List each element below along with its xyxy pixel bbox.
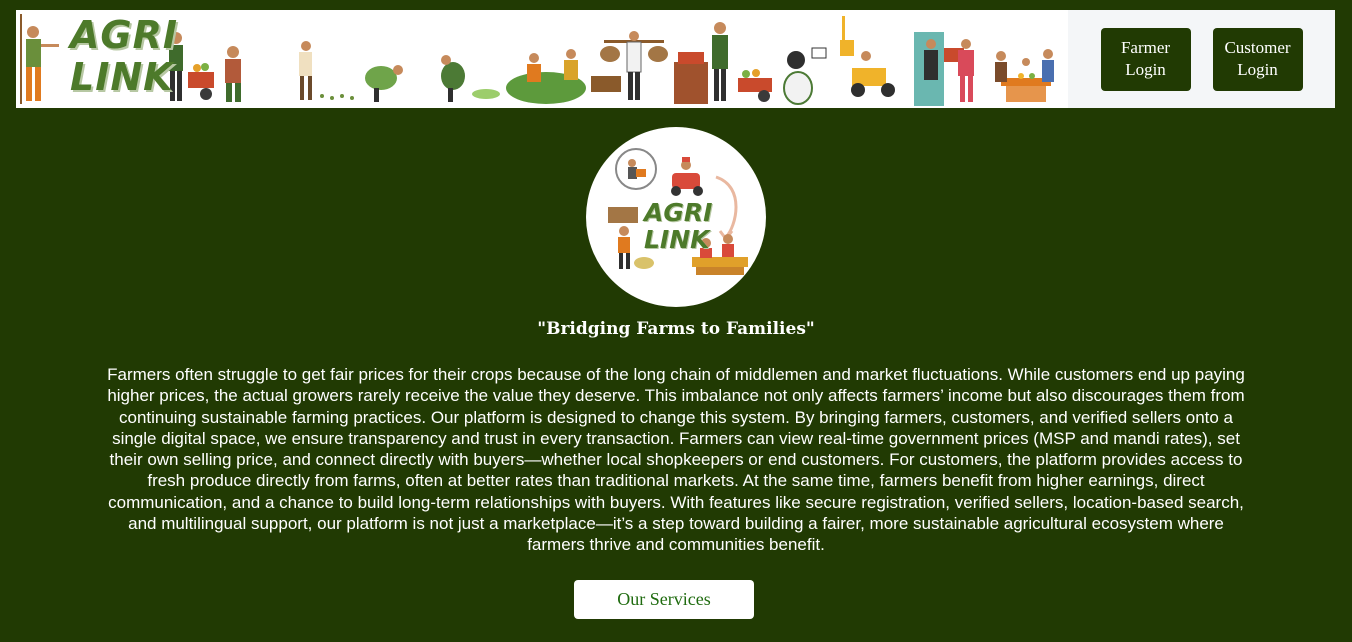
phone-shopper-figure (783, 47, 827, 105)
circle-logo-text: AGRI LINK (644, 199, 712, 253)
banner-logo: AGRI LINK (70, 14, 178, 98)
sower-figure (299, 41, 354, 100)
delivery-scooter-figure (840, 16, 895, 97)
agrilink-circle-logo: AGRI LINK (586, 127, 766, 307)
banner-logo-line1: AGRI (70, 13, 178, 57)
our-services-button[interactable]: Our Services (574, 580, 754, 619)
tagline: "Bridging Farms to Families" (537, 319, 815, 339)
customer-login-button[interactable]: Customer Login (1212, 27, 1303, 91)
farmer-with-staff-figure (20, 14, 59, 104)
farm-to-table-banner: AGRI LINK (16, 10, 1068, 108)
about-description: Farmers often struggle to get fair price… (107, 365, 1245, 555)
circle-logo-line2: LINK (644, 225, 710, 254)
woman-farmer-figure (225, 46, 241, 102)
banner-logo-line2: LINK (70, 55, 174, 99)
farmer-login-button[interactable]: Farmer Login (1100, 27, 1191, 91)
header-nav: Farmer Login Customer Login (1068, 10, 1335, 108)
door-delivery-figure (914, 32, 974, 106)
vegetable-vendor-figure (674, 22, 772, 104)
circle-logo-line1: AGRI (644, 198, 713, 227)
site-header: AGRI LINK Farmer Login Customer Login (16, 10, 1335, 108)
planting-farmers-figure (365, 55, 500, 102)
family-dinner-figure (995, 49, 1054, 102)
